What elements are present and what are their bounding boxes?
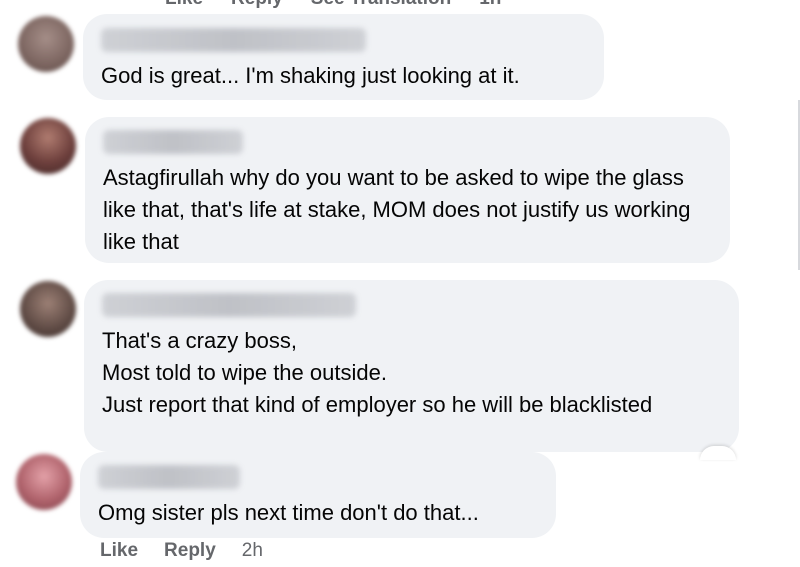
like-link[interactable]: Like	[165, 0, 203, 10]
comment-timestamp: 1h	[479, 0, 501, 10]
avatar[interactable]	[16, 454, 72, 510]
comment-text: Omg sister pls next time don't do that..…	[98, 500, 479, 525]
comment-bubble: Astagfirullah why do you want to be aske…	[85, 117, 730, 263]
commenter-name[interactable]	[101, 28, 366, 52]
like-link[interactable]: Like	[100, 540, 138, 562]
reply-link[interactable]: Reply	[164, 540, 216, 562]
reply-link[interactable]: Reply	[231, 0, 283, 10]
see-translation-link[interactable]: See Translation	[311, 0, 451, 10]
comment-text: That's a crazy boss, Most told to wipe t…	[102, 328, 653, 417]
reaction-badge[interactable]	[700, 446, 736, 460]
comment-timestamp: 2h	[241, 540, 263, 561]
commenter-name[interactable]	[98, 465, 240, 489]
commenter-name[interactable]	[103, 130, 243, 154]
avatar[interactable]	[18, 16, 74, 72]
comment-text: God is great... I'm shaking just looking…	[101, 63, 520, 88]
previous-comment-actions: Like Reply See Translation 1h	[165, 0, 501, 10]
comment-bubble: God is great... I'm shaking just looking…	[83, 14, 604, 100]
commenter-name[interactable]	[102, 293, 356, 317]
comment-actions: Like Reply 2h	[100, 540, 263, 562]
comment-bubble: Omg sister pls next time don't do that..…	[80, 452, 556, 538]
comment-bubble: That's a crazy boss, Most told to wipe t…	[84, 280, 739, 452]
avatar[interactable]	[20, 281, 76, 337]
avatar[interactable]	[20, 118, 76, 174]
comment-text: Astagfirullah why do you want to be aske…	[103, 165, 691, 254]
